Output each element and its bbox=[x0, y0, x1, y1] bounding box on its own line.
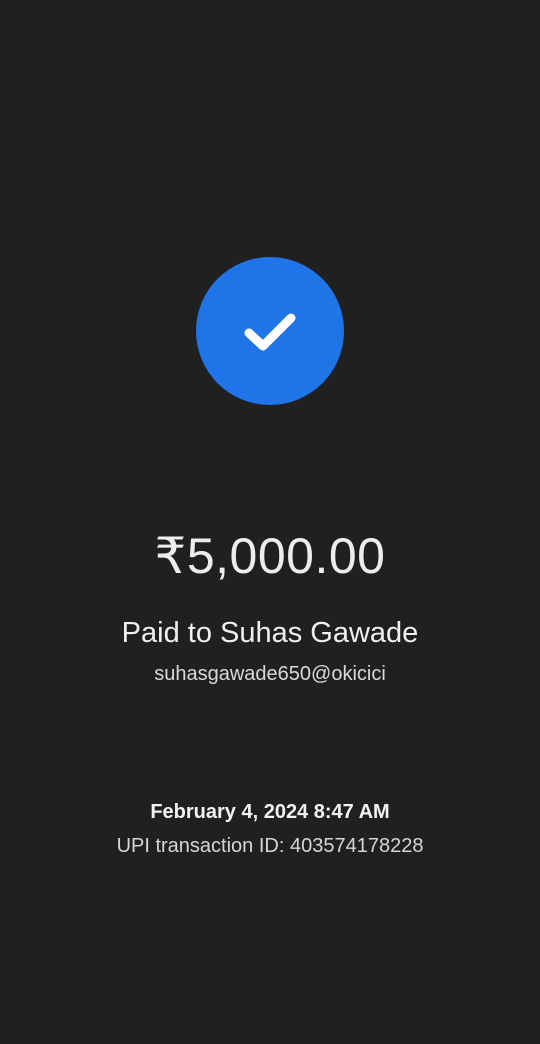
success-check-badge bbox=[196, 257, 344, 405]
upi-transaction-id: UPI transaction ID: 403574178228 bbox=[116, 835, 424, 857]
check-icon bbox=[244, 313, 296, 351]
payee-upi-id: suhasgawade650@okicici bbox=[154, 663, 386, 685]
payment-success-screen: ₹5,000.00 Paid to Suhas Gawade suhasgawa… bbox=[0, 0, 540, 1044]
payment-amount: ₹5,000.00 bbox=[154, 528, 386, 584]
paid-to-text: Paid to Suhas Gawade bbox=[121, 617, 419, 649]
transaction-datetime: February 4, 2024 8:47 AM bbox=[150, 801, 390, 823]
